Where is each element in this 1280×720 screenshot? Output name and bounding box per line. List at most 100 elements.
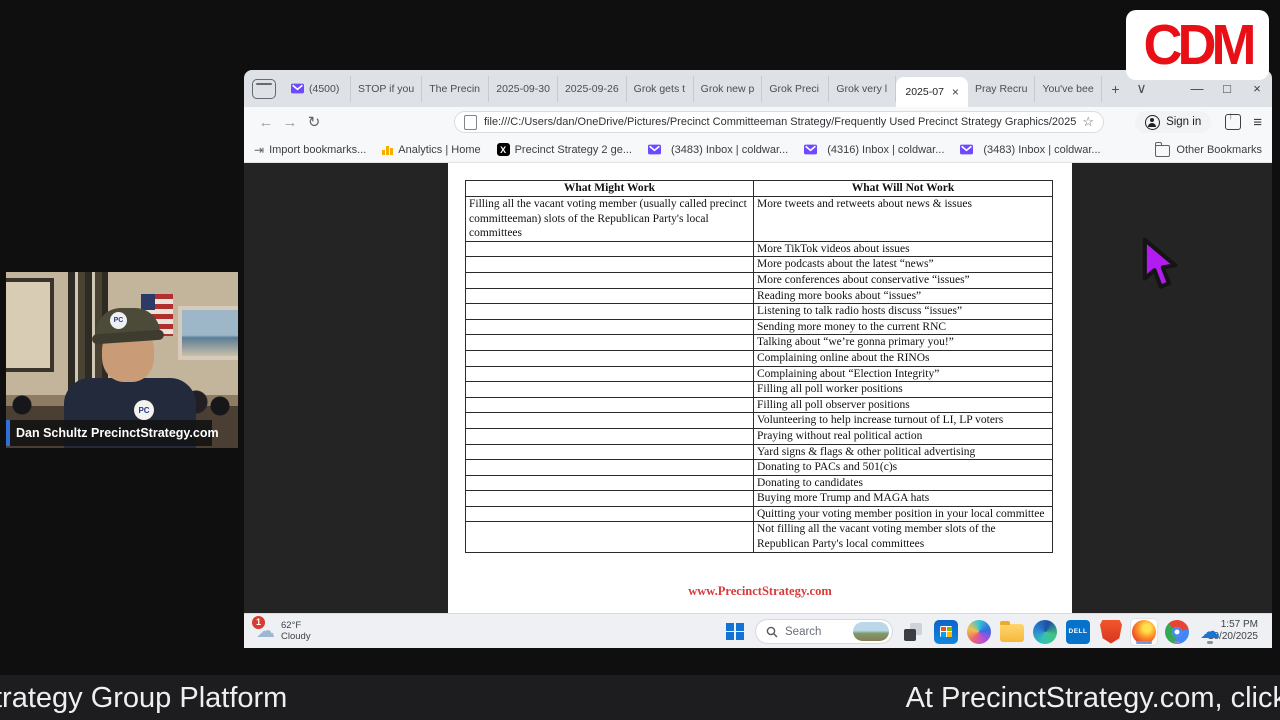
cell-might-work xyxy=(465,365,754,383)
cell-might-work xyxy=(465,381,754,398)
microsoft-store-button[interactable] xyxy=(933,619,959,645)
column-header: What Might Work xyxy=(465,180,754,197)
tab-label: 2025-09-26 xyxy=(564,82,619,95)
running-indicator xyxy=(1174,640,1180,644)
cell-will-not-work: Donating to candidates xyxy=(753,474,1053,492)
dell-button[interactable]: DELL xyxy=(1065,619,1091,645)
browser-toolbar: ← → ↻ file:///C:/Users/dan/OneDrive/Pict… xyxy=(244,107,1272,137)
cell-will-not-work: Complaining online about the RINOs xyxy=(753,349,1053,367)
forward-icon[interactable]: → xyxy=(278,114,302,131)
menu-icon[interactable]: ≡ xyxy=(1253,114,1262,131)
bookmark-analytics[interactable]: Analytics | Home xyxy=(382,144,481,156)
precinct-strategy-link: www.PrecinctStrategy.com xyxy=(688,584,832,598)
tab-strip: (4500) STOP if you The Precin 2025-09-30… xyxy=(244,70,1272,107)
tab-grok-gets[interactable]: Grok gets t xyxy=(627,75,694,102)
tab-2025-09-30[interactable]: 2025-09-30 xyxy=(489,75,558,102)
file-explorer-icon xyxy=(1000,621,1024,642)
cell-might-work xyxy=(465,396,754,414)
taskbar-weather-widget[interactable]: ☁ 1 62°F Cloudy xyxy=(252,615,311,642)
tab-actions-icon[interactable] xyxy=(252,78,276,99)
cell-will-not-work: Listening to talk radio hosts discuss “i… xyxy=(753,303,1053,320)
cell-might-work: Filling all the vacant voting member (us… xyxy=(465,196,754,242)
cell-might-work xyxy=(465,427,754,445)
tab-the-precinct[interactable]: The Precin xyxy=(422,75,490,102)
bookmark-inbox-3483[interactable]: (3483) Inbox | coldwar... xyxy=(647,143,789,156)
mouse-cursor xyxy=(1142,237,1178,289)
cell-might-work xyxy=(465,334,754,351)
browser-content: What Might Work What Will Not Work Filli… xyxy=(244,163,1272,613)
url-bar[interactable]: file:///C:/Users/dan/OneDrive/Pictures/P… xyxy=(454,111,1104,133)
bookmark-inbox-3483-b[interactable]: (3483) Inbox | coldwar... xyxy=(960,143,1101,156)
tab-list-chevron-icon[interactable]: ∨ xyxy=(1128,80,1154,97)
tab-stop-if-you[interactable]: STOP if you xyxy=(351,75,423,102)
task-view-button[interactable] xyxy=(900,619,926,645)
camo-cap xyxy=(96,308,160,338)
firefox-button[interactable] xyxy=(1131,618,1157,645)
table-row: Filling all the vacant voting member (us… xyxy=(465,196,1053,242)
file-explorer-button[interactable] xyxy=(999,619,1025,645)
bookmark-inbox-4316[interactable]: (4316) Inbox | coldwar... xyxy=(804,143,944,156)
tab-label: Grok gets t xyxy=(633,82,686,95)
tab-2025-07-active[interactable]: 2025-07 × xyxy=(896,77,968,107)
edge-icon xyxy=(1033,619,1057,644)
framed-picture xyxy=(178,306,238,360)
tab-label: 2025-09-30 xyxy=(496,82,550,95)
start-button[interactable] xyxy=(722,619,748,645)
table-row: Donating to PACs and 501(c)s xyxy=(465,459,1053,476)
lower-third-ticker: trategy Group Platform At PrecinctStrate… xyxy=(0,675,1280,720)
cell-might-work xyxy=(465,412,754,429)
mail-icon xyxy=(960,144,974,155)
cell-might-work xyxy=(465,303,754,320)
bookmark-star-icon[interactable]: ☆ xyxy=(1082,114,1094,130)
bookmark-import[interactable]: ⇥ Import bookmarks... xyxy=(254,143,366,157)
running-indicator xyxy=(1207,640,1213,644)
sign-in-button[interactable]: Sign in xyxy=(1135,111,1212,133)
tab-pray-recruit[interactable]: Pray Recru xyxy=(968,75,1036,102)
ticker-left-text: trategy Group Platform xyxy=(0,682,288,714)
taskbar-search[interactable]: Search xyxy=(755,619,893,644)
share-icon[interactable] xyxy=(1225,111,1242,130)
cell-might-work xyxy=(465,505,754,523)
tab-grok-very[interactable]: Grok very l xyxy=(829,75,897,102)
tab-2025-09-26[interactable]: 2025-09-26 xyxy=(558,75,627,102)
cell-will-not-work: Filling all poll observer positions xyxy=(753,396,1053,414)
tab-youve-been[interactable]: You've bee xyxy=(1035,75,1103,102)
onedrive-button[interactable]: ☁ xyxy=(1197,619,1223,645)
reload-icon[interactable]: ↻ xyxy=(302,113,326,131)
strategy-table: What Might Work What Will Not Work Filli… xyxy=(465,180,1053,553)
chrome-button[interactable] xyxy=(1164,619,1190,645)
other-bookmarks-button[interactable]: Other Bookmarks xyxy=(1155,141,1262,157)
copilot-button[interactable] xyxy=(966,619,992,645)
tab-grok-new[interactable]: Grok new p xyxy=(694,75,763,102)
cell-will-not-work: More podcasts about the latest “news” xyxy=(753,256,1053,273)
tab-inbox-4500[interactable]: (4500) xyxy=(284,75,351,102)
cell-might-work xyxy=(465,490,754,507)
cell-might-work xyxy=(465,318,754,336)
back-icon[interactable]: ← xyxy=(254,114,278,131)
table-row: Sending more money to the current RNC xyxy=(465,318,1053,336)
ticker-right-text: At PrecinctStrategy.com, click xyxy=(905,682,1280,714)
other-bookmarks-label: Other Bookmarks xyxy=(1176,143,1262,156)
cell-might-work xyxy=(465,240,754,258)
close-tab-icon[interactable]: × xyxy=(952,85,959,99)
tab-label: STOP if you xyxy=(358,82,415,95)
weather-temp: 62°F xyxy=(281,620,302,631)
bookmark-label: (3483) Inbox | coldwar... xyxy=(670,143,789,156)
edge-button[interactable] xyxy=(1032,619,1058,645)
cell-will-not-work: Quitting your voting member position in … xyxy=(753,505,1053,523)
table-row: Filling all poll observer positions xyxy=(465,396,1053,414)
table-row: Praying without real political action xyxy=(465,427,1053,445)
table-row: Complaining online about the RINOs xyxy=(465,349,1053,367)
tab-grok-precinct[interactable]: Grok Preci xyxy=(762,75,830,102)
document-icon xyxy=(464,114,477,130)
bookmark-precinct-strategy[interactable]: X Precinct Strategy 2 ge... xyxy=(496,143,632,156)
tab-label: 2025-07 xyxy=(905,86,944,98)
notification-badge: 1 xyxy=(252,615,265,629)
cell-might-work xyxy=(465,443,754,461)
weather-cloud-icon: ☁ 1 xyxy=(252,615,275,641)
brave-button[interactable] xyxy=(1098,619,1124,645)
windows-taskbar: ☁1 62°F Cloudy Search DELL ☁ 1:57 PM 10 xyxy=(244,613,1272,648)
url-text[interactable]: file:///C:/Users/dan/OneDrive/Pictures/P… xyxy=(484,116,1076,128)
pc-shirt-badge: PC xyxy=(134,400,154,420)
new-tab-button[interactable]: + xyxy=(1102,81,1128,97)
